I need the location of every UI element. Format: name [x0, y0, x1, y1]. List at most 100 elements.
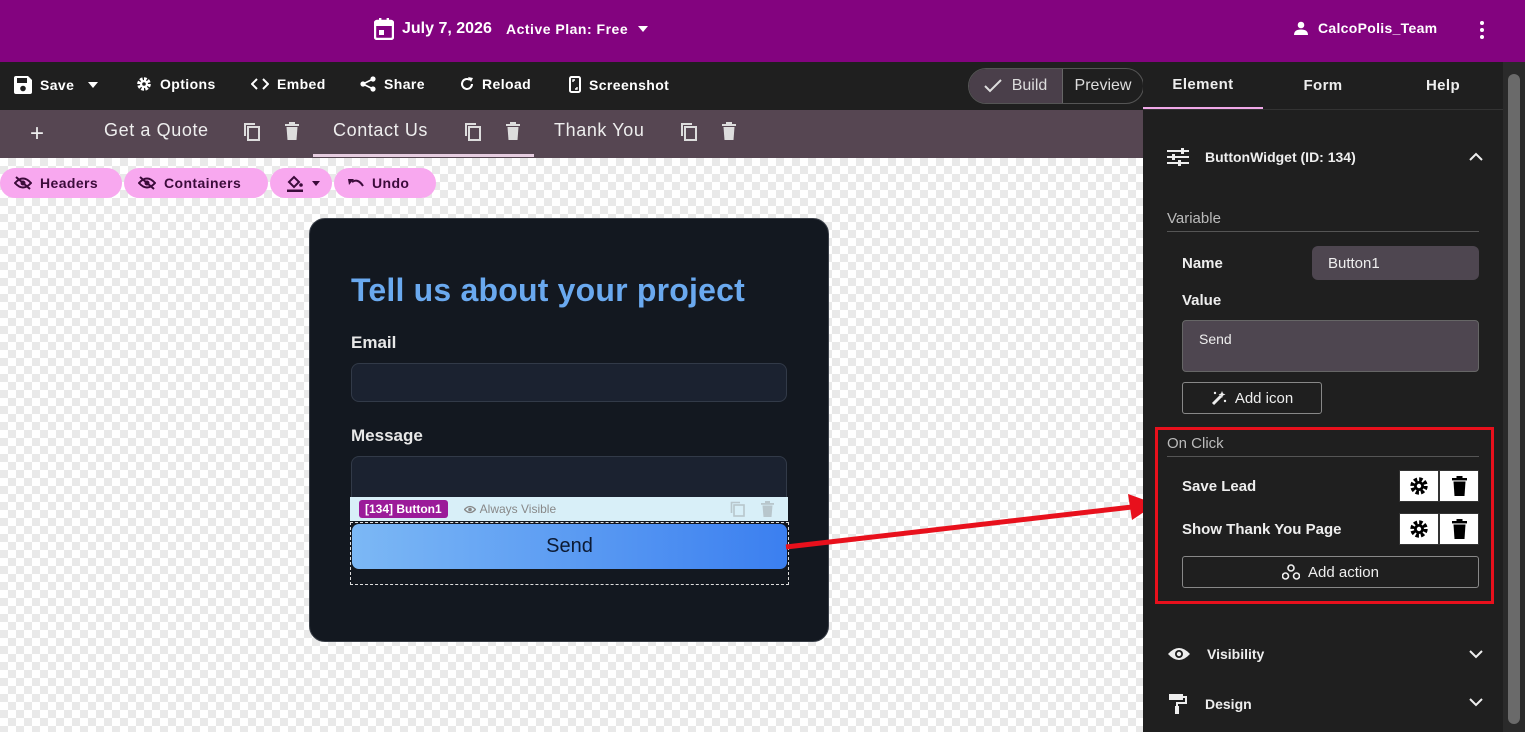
name-input[interactable]: Button1 [1312, 246, 1479, 280]
send-button[interactable]: Send [352, 524, 787, 569]
trash-icon[interactable] [722, 122, 742, 142]
gear-icon [136, 76, 152, 92]
embed-label: Embed [277, 76, 326, 92]
embed-button[interactable]: Embed [251, 76, 326, 92]
share-icon [360, 76, 376, 92]
page-tabs-bar: + Get a Quote Contact Us Thank You [0, 110, 1143, 158]
panel-tabs: Element Form Help [1143, 62, 1503, 110]
active-tab-indicator [313, 154, 534, 157]
undo-chip[interactable]: Undo [334, 168, 436, 198]
name-label: Name [1182, 255, 1223, 272]
containers-toggle-chip[interactable]: Containers [124, 168, 268, 198]
screenshot-label: Screenshot [589, 76, 670, 93]
widget-section-header[interactable]: ButtonWidget (ID: 134) [1167, 148, 1356, 166]
preview-toggle[interactable]: Preview [1062, 69, 1143, 103]
page-tab-get-a-quote[interactable]: Get a Quote [104, 120, 209, 141]
visibility-indicator: Always Visible [463, 502, 557, 516]
eye-icon [463, 505, 476, 514]
form-title: Tell us about your project [351, 272, 745, 308]
date-display[interactable]: July 7, 2026 [374, 18, 492, 40]
trash-icon[interactable] [761, 501, 774, 517]
widget-title: ButtonWidget (ID: 134) [1205, 149, 1356, 165]
widget-tag[interactable]: [134] Button1 [359, 500, 448, 518]
email-input[interactable] [351, 363, 787, 402]
reload-button[interactable]: Reload [460, 76, 531, 92]
eye-icon [1167, 646, 1191, 662]
design-label: Design [1205, 696, 1252, 712]
design-section-header[interactable]: Design [1167, 694, 1252, 714]
user-name: CalcoPolis_Team [1318, 20, 1438, 36]
undo-icon [348, 177, 364, 189]
caret-down-icon [638, 26, 649, 32]
add-page-icon[interactable]: + [30, 120, 44, 148]
add-icon-button[interactable]: Add icon [1182, 382, 1322, 414]
screenshot-button[interactable]: Screenshot [569, 76, 669, 93]
chevron-up-icon[interactable] [1469, 152, 1483, 166]
more-vert-icon[interactable] [1474, 18, 1490, 42]
save-button[interactable]: Save [14, 76, 99, 94]
value-textarea[interactable]: Send [1182, 320, 1479, 372]
save-label: Save [40, 77, 75, 93]
message-label: Message [351, 426, 423, 445]
page-tab-contact-us[interactable]: Contact Us [333, 120, 428, 141]
build-preview-toggle: Build Preview [968, 68, 1144, 104]
eye-off-icon [138, 176, 156, 190]
trash-icon[interactable] [285, 122, 305, 142]
top-bar: July 7, 2026 Active Plan: Free CalcoPoli… [0, 0, 1525, 62]
plan-selector[interactable]: Active Plan: Free [506, 21, 649, 37]
page-tab-thank-you[interactable]: Thank You [554, 120, 644, 141]
check-icon [983, 79, 1002, 93]
copy-icon[interactable] [243, 122, 263, 142]
onclick-highlight-box [1155, 427, 1494, 604]
user-menu[interactable]: CalcoPolis_Team [1294, 20, 1437, 36]
magic-wand-icon [1211, 390, 1227, 406]
build-toggle[interactable]: Build [969, 69, 1062, 103]
build-label: Build [1011, 77, 1048, 94]
plan-text: Active Plan: Free [506, 21, 629, 37]
copy-icon[interactable] [464, 122, 484, 142]
paint-bucket-icon [286, 174, 304, 192]
caret-down-icon [88, 82, 99, 88]
share-label: Share [384, 76, 425, 92]
widget-selection-bar: [134] Button1 Always Visible [350, 497, 788, 521]
person-icon [1294, 21, 1308, 35]
scrollbar-thumb[interactable] [1508, 74, 1520, 724]
reload-label: Reload [482, 76, 532, 92]
date-text: July 7, 2026 [402, 20, 492, 37]
eye-off-icon [14, 176, 32, 190]
floppy-icon [14, 76, 32, 94]
add-icon-label: Add icon [1234, 389, 1294, 407]
headers-toggle-chip[interactable]: Headers [0, 168, 122, 198]
headers-label: Headers [40, 175, 99, 191]
options-label: Options [160, 76, 216, 92]
visibility-section-header[interactable]: Visibility [1167, 646, 1264, 662]
containers-label: Containers [164, 175, 242, 191]
value-label: Value [1182, 292, 1222, 309]
variable-heading: Variable [1167, 210, 1479, 232]
reload-icon [460, 77, 474, 91]
caret-down-icon [312, 180, 320, 186]
paint-roller-icon [1167, 694, 1189, 714]
tab-element[interactable]: Element [1143, 62, 1263, 109]
tab-help[interactable]: Help [1383, 62, 1503, 109]
properties-panel: Element Form Help ButtonWidget (ID: 134)… [1143, 62, 1503, 732]
fill-color-chip[interactable] [270, 168, 332, 198]
chevron-down-icon[interactable] [1469, 650, 1483, 664]
panel-scrollbar[interactable] [1503, 62, 1525, 732]
copy-icon[interactable] [680, 122, 700, 142]
calendar-icon [374, 18, 394, 40]
phone-screenshot-icon [569, 76, 581, 93]
chevron-down-icon[interactable] [1469, 698, 1483, 712]
share-button[interactable]: Share [360, 76, 425, 92]
options-button[interactable]: Options [136, 76, 216, 92]
copy-icon[interactable] [730, 501, 746, 518]
annotation-arrow [785, 494, 1156, 550]
tab-form[interactable]: Form [1263, 62, 1383, 109]
visibility-label: Visibility [1207, 646, 1265, 662]
trash-icon[interactable] [506, 122, 526, 142]
message-textarea[interactable] [351, 456, 787, 501]
undo-label: Undo [372, 175, 410, 191]
code-icon [251, 78, 269, 90]
email-label: Email [351, 333, 397, 352]
visibility-text: Always Visible [479, 502, 557, 516]
